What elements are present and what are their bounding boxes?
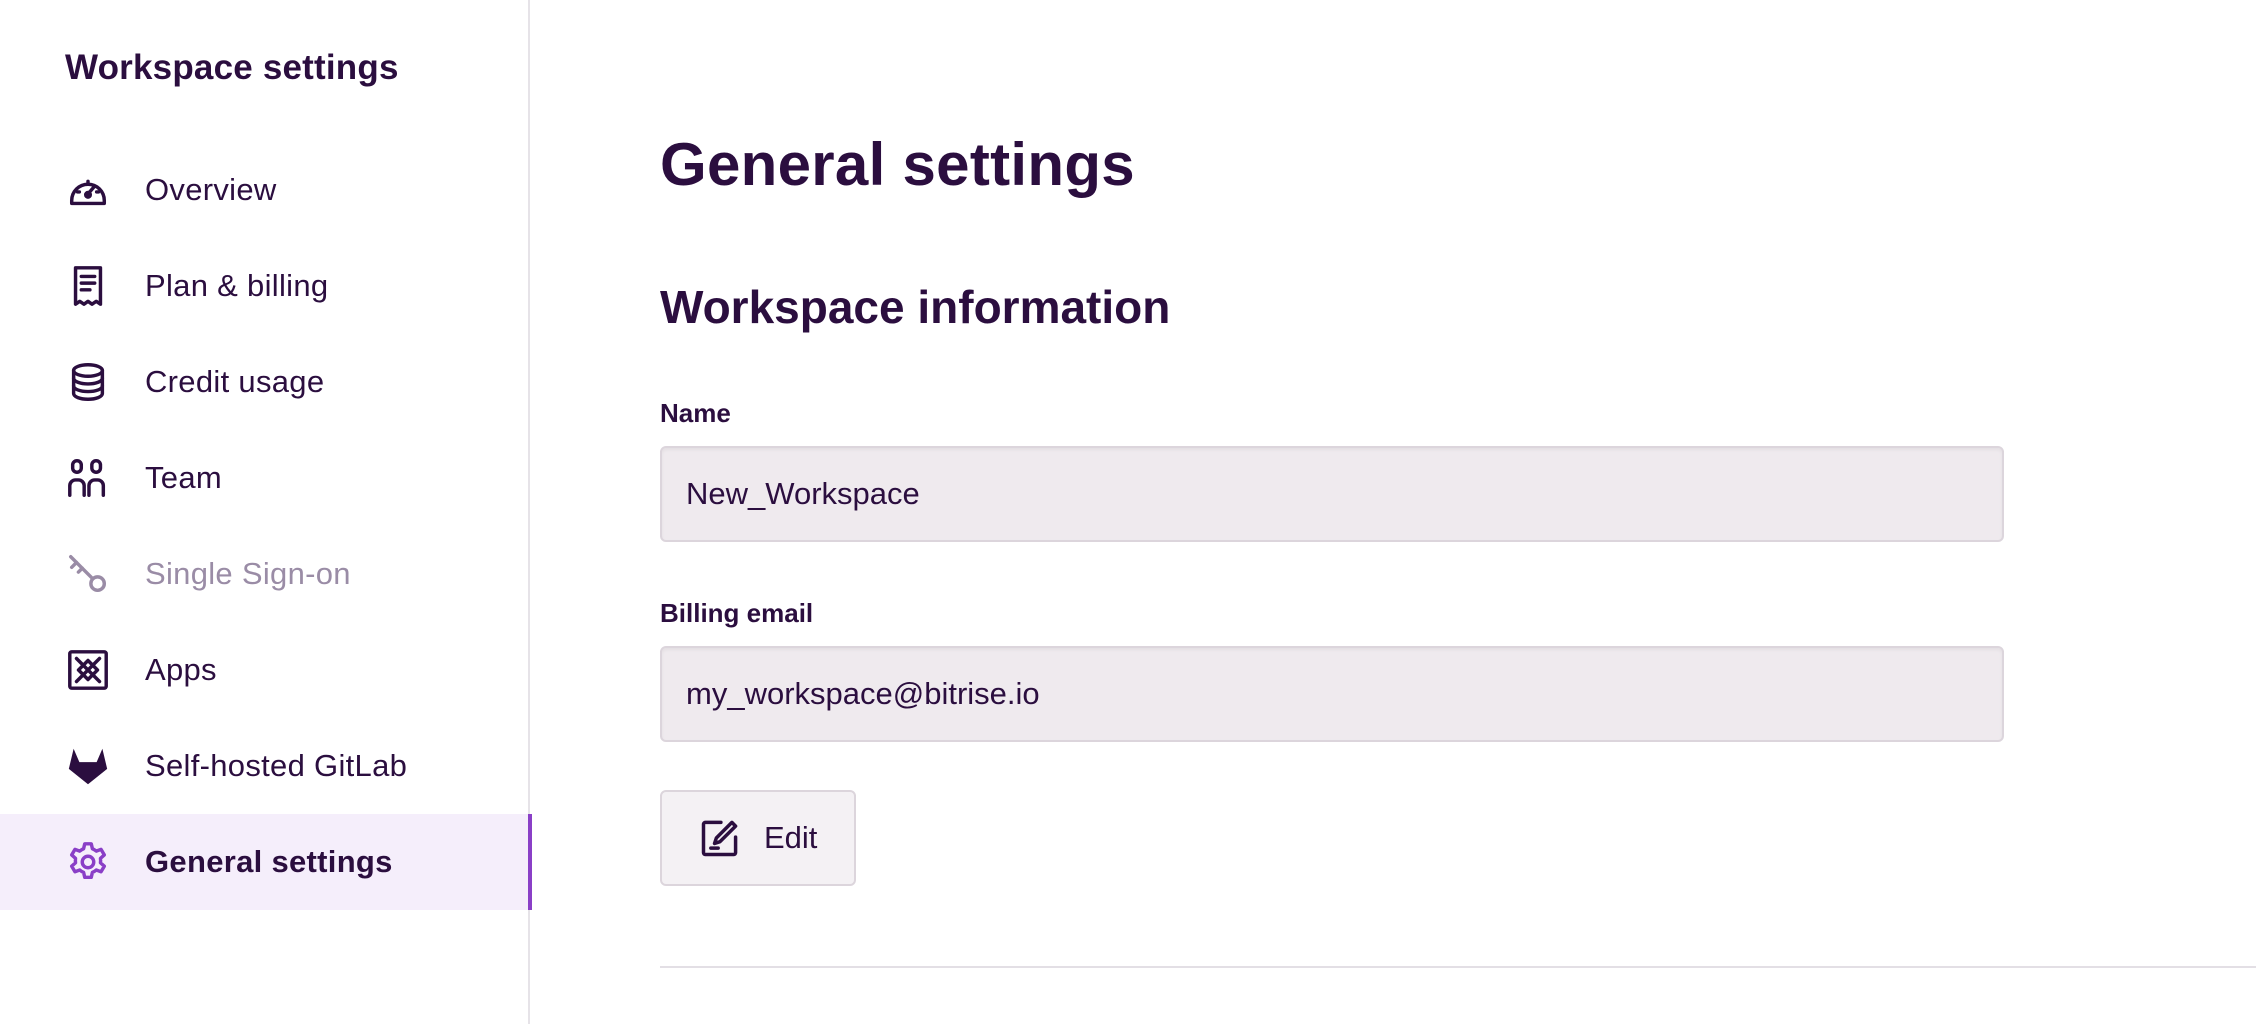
sidebar-item-label: Credit usage — [145, 364, 325, 399]
section-divider — [660, 966, 2256, 968]
receipt-icon — [65, 263, 111, 309]
sidebar-item-label: Apps — [145, 652, 217, 687]
sidebar-item-label: General settings — [145, 844, 393, 879]
billing-email-field-label: Billing email — [660, 598, 814, 628]
edit-button[interactable]: Edit — [660, 790, 856, 886]
name-field[interactable] — [660, 446, 2004, 542]
sidebar: Workspace settings Overview Plan & billi… — [0, 0, 532, 1024]
edit-button-label: Edit — [764, 820, 818, 855]
apps-icon — [65, 647, 111, 693]
gitlab-icon — [65, 743, 111, 789]
key-icon — [65, 551, 111, 597]
sidebar-nav: Overview Plan & billing Credit usage Tea… — [0, 142, 532, 910]
sidebar-item-team[interactable]: Team — [0, 430, 530, 526]
section-title: Workspace information — [660, 281, 1171, 333]
team-icon — [65, 455, 111, 501]
sidebar-item-label: Overview — [145, 172, 277, 207]
sidebar-item-label: Single Sign-on — [145, 556, 351, 591]
sidebar-item-self-hosted-gitlab[interactable]: Self-hosted GitLab — [0, 718, 530, 814]
sidebar-title: Workspace settings — [65, 48, 399, 87]
app-window: Workspace settings Overview Plan & billi… — [0, 0, 2256, 1024]
sidebar-item-label: Self-hosted GitLab — [145, 748, 408, 783]
sidebar-item-label: Plan & billing — [145, 268, 329, 303]
billing-email-field[interactable] — [660, 646, 2004, 742]
sidebar-item-credit-usage[interactable]: Credit usage — [0, 334, 530, 430]
sidebar-item-single-sign-on[interactable]: Single Sign-on — [0, 526, 530, 622]
gauge-icon — [65, 167, 111, 213]
sidebar-item-label: Team — [145, 460, 223, 495]
page-title: General settings — [660, 131, 1135, 198]
sidebar-item-general-settings[interactable]: General settings — [0, 814, 532, 910]
main-content: General settings Workspace information N… — [660, 0, 2256, 1024]
name-field-label: Name — [660, 398, 731, 428]
sidebar-item-plan-billing[interactable]: Plan & billing — [0, 238, 530, 334]
edit-icon — [698, 816, 742, 860]
gear-icon — [65, 839, 111, 885]
coin-stack-icon — [65, 359, 111, 405]
sidebar-item-apps[interactable]: Apps — [0, 622, 530, 718]
sidebar-item-overview[interactable]: Overview — [0, 142, 530, 238]
